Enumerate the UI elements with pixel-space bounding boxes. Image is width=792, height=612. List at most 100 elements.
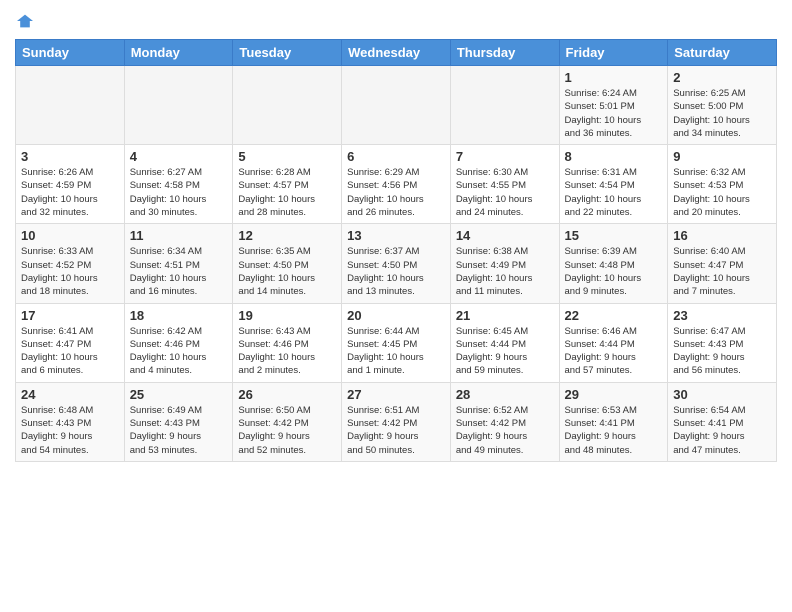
day-number: 4: [130, 149, 228, 164]
page: SundayMondayTuesdayWednesdayThursdayFrid…: [0, 0, 792, 612]
day-info: Sunrise: 6:43 AM Sunset: 4:46 PM Dayligh…: [238, 325, 336, 378]
day-number: 8: [565, 149, 663, 164]
day-number: 27: [347, 387, 445, 402]
day-info: Sunrise: 6:48 AM Sunset: 4:43 PM Dayligh…: [21, 404, 119, 457]
day-info: Sunrise: 6:42 AM Sunset: 4:46 PM Dayligh…: [130, 325, 228, 378]
day-info: Sunrise: 6:38 AM Sunset: 4:49 PM Dayligh…: [456, 245, 554, 298]
day-info: Sunrise: 6:45 AM Sunset: 4:44 PM Dayligh…: [456, 325, 554, 378]
day-cell: 4 Sunrise: 6:27 AM Sunset: 4:58 PM Daylig…: [124, 145, 233, 224]
col-header-tuesday: Tuesday: [233, 40, 342, 66]
day-cell: 10 Sunrise: 6:33 AM Sunset: 4:52 PM Dayli…: [16, 224, 125, 303]
day-cell: 7 Sunrise: 6:30 AM Sunset: 4:55 PM Daylig…: [450, 145, 559, 224]
week-row-1: 1Sunrise: 6:24 AM Sunset: 5:01 PM Daylig…: [16, 66, 777, 145]
day-info: Sunrise: 6:37 AM Sunset: 4:50 PM Dayligh…: [347, 245, 445, 298]
day-info: Sunrise: 6:30 AM Sunset: 4:55 PM Dayligh…: [456, 166, 554, 219]
week-row-2: 3 Sunrise: 6:26 AM Sunset: 4:59 PM Daylig…: [16, 145, 777, 224]
day-number: 23: [673, 308, 771, 323]
col-header-monday: Monday: [124, 40, 233, 66]
day-number: 1: [565, 70, 663, 85]
day-info: Sunrise: 6:54 AM Sunset: 4:41 PM Dayligh…: [673, 404, 771, 457]
day-number: 9: [673, 149, 771, 164]
day-cell: [233, 66, 342, 145]
day-number: 25: [130, 387, 228, 402]
header-row: SundayMondayTuesdayWednesdayThursdayFrid…: [16, 40, 777, 66]
day-cell: 24Sunrise: 6:48 AM Sunset: 4:43 PM Dayli…: [16, 382, 125, 461]
day-cell: 3 Sunrise: 6:26 AM Sunset: 4:59 PM Daylig…: [16, 145, 125, 224]
day-number: 28: [456, 387, 554, 402]
week-row-3: 10 Sunrise: 6:33 AM Sunset: 4:52 PM Dayli…: [16, 224, 777, 303]
day-info: Sunrise: 6:34 AM Sunset: 4:51 PM Dayligh…: [130, 245, 228, 298]
day-info: Sunrise: 6:26 AM Sunset: 4:59 PM Dayligh…: [21, 166, 119, 219]
day-cell: 5 Sunrise: 6:28 AM Sunset: 4:57 PM Daylig…: [233, 145, 342, 224]
day-info: Sunrise: 6:33 AM Sunset: 4:52 PM Dayligh…: [21, 245, 119, 298]
day-cell: [342, 66, 451, 145]
day-info: Sunrise: 6:52 AM Sunset: 4:42 PM Dayligh…: [456, 404, 554, 457]
day-cell: 11 Sunrise: 6:34 AM Sunset: 4:51 PM Dayli…: [124, 224, 233, 303]
day-info: Sunrise: 6:46 AM Sunset: 4:44 PM Dayligh…: [565, 325, 663, 378]
day-info: Sunrise: 6:35 AM Sunset: 4:50 PM Dayligh…: [238, 245, 336, 298]
day-info: Sunrise: 6:49 AM Sunset: 4:43 PM Dayligh…: [130, 404, 228, 457]
day-info: Sunrise: 6:50 AM Sunset: 4:42 PM Dayligh…: [238, 404, 336, 457]
day-info: Sunrise: 6:27 AM Sunset: 4:58 PM Dayligh…: [130, 166, 228, 219]
day-number: 7: [456, 149, 554, 164]
day-number: 16: [673, 228, 771, 243]
day-cell: 21 Sunrise: 6:45 AM Sunset: 4:44 PM Dayli…: [450, 303, 559, 382]
logo-icon: [15, 13, 35, 29]
day-cell: 27 Sunrise: 6:51 AM Sunset: 4:42 PM Dayli…: [342, 382, 451, 461]
day-cell: 18Sunrise: 6:42 AM Sunset: 4:46 PM Dayli…: [124, 303, 233, 382]
day-number: 3: [21, 149, 119, 164]
col-header-friday: Friday: [559, 40, 668, 66]
day-number: 22: [565, 308, 663, 323]
day-number: 5: [238, 149, 336, 164]
day-number: 11: [130, 228, 228, 243]
day-cell: 17 Sunrise: 6:41 AM Sunset: 4:47 PM Dayli…: [16, 303, 125, 382]
day-cell: 15 Sunrise: 6:39 AM Sunset: 4:48 PM Dayli…: [559, 224, 668, 303]
day-number: 15: [565, 228, 663, 243]
day-cell: 14 Sunrise: 6:38 AM Sunset: 4:49 PM Dayli…: [450, 224, 559, 303]
col-header-saturday: Saturday: [668, 40, 777, 66]
week-row-5: 24Sunrise: 6:48 AM Sunset: 4:43 PM Dayli…: [16, 382, 777, 461]
day-cell: 19 Sunrise: 6:43 AM Sunset: 4:46 PM Dayli…: [233, 303, 342, 382]
day-number: 20: [347, 308, 445, 323]
logo: [15, 10, 39, 31]
day-cell: 23 Sunrise: 6:47 AM Sunset: 4:43 PM Dayli…: [668, 303, 777, 382]
day-number: 29: [565, 387, 663, 402]
col-header-wednesday: Wednesday: [342, 40, 451, 66]
day-info: Sunrise: 6:32 AM Sunset: 4:53 PM Dayligh…: [673, 166, 771, 219]
day-number: 30: [673, 387, 771, 402]
day-cell: 26Sunrise: 6:50 AM Sunset: 4:42 PM Dayli…: [233, 382, 342, 461]
day-number: 19: [238, 308, 336, 323]
col-header-sunday: Sunday: [16, 40, 125, 66]
day-cell: [450, 66, 559, 145]
day-number: 14: [456, 228, 554, 243]
week-row-4: 17 Sunrise: 6:41 AM Sunset: 4:47 PM Dayli…: [16, 303, 777, 382]
day-number: 12: [238, 228, 336, 243]
day-info: Sunrise: 6:31 AM Sunset: 4:54 PM Dayligh…: [565, 166, 663, 219]
day-cell: 6Sunrise: 6:29 AM Sunset: 4:56 PM Daylig…: [342, 145, 451, 224]
day-cell: 25 Sunrise: 6:49 AM Sunset: 4:43 PM Dayli…: [124, 382, 233, 461]
day-cell: 20 Sunrise: 6:44 AM Sunset: 4:45 PM Dayli…: [342, 303, 451, 382]
day-cell: 28 Sunrise: 6:52 AM Sunset: 4:42 PM Dayli…: [450, 382, 559, 461]
day-cell: 22 Sunrise: 6:46 AM Sunset: 4:44 PM Dayli…: [559, 303, 668, 382]
day-number: 17: [21, 308, 119, 323]
day-cell: 1Sunrise: 6:24 AM Sunset: 5:01 PM Daylig…: [559, 66, 668, 145]
day-cell: [124, 66, 233, 145]
day-info: Sunrise: 6:41 AM Sunset: 4:47 PM Dayligh…: [21, 325, 119, 378]
day-cell: [16, 66, 125, 145]
day-number: 2: [673, 70, 771, 85]
day-cell: 30 Sunrise: 6:54 AM Sunset: 4:41 PM Dayli…: [668, 382, 777, 461]
day-info: Sunrise: 6:44 AM Sunset: 4:45 PM Dayligh…: [347, 325, 445, 378]
day-number: 21: [456, 308, 554, 323]
day-info: Sunrise: 6:47 AM Sunset: 4:43 PM Dayligh…: [673, 325, 771, 378]
day-info: Sunrise: 6:39 AM Sunset: 4:48 PM Dayligh…: [565, 245, 663, 298]
day-info: Sunrise: 6:28 AM Sunset: 4:57 PM Dayligh…: [238, 166, 336, 219]
day-number: 10: [21, 228, 119, 243]
col-header-thursday: Thursday: [450, 40, 559, 66]
day-info: Sunrise: 6:40 AM Sunset: 4:47 PM Dayligh…: [673, 245, 771, 298]
day-cell: 13 Sunrise: 6:37 AM Sunset: 4:50 PM Dayli…: [342, 224, 451, 303]
day-number: 13: [347, 228, 445, 243]
day-cell: 9 Sunrise: 6:32 AM Sunset: 4:53 PM Daylig…: [668, 145, 777, 224]
day-info: Sunrise: 6:51 AM Sunset: 4:42 PM Dayligh…: [347, 404, 445, 457]
day-info: Sunrise: 6:25 AM Sunset: 5:00 PM Dayligh…: [673, 87, 771, 140]
day-cell: 29Sunrise: 6:53 AM Sunset: 4:41 PM Dayli…: [559, 382, 668, 461]
